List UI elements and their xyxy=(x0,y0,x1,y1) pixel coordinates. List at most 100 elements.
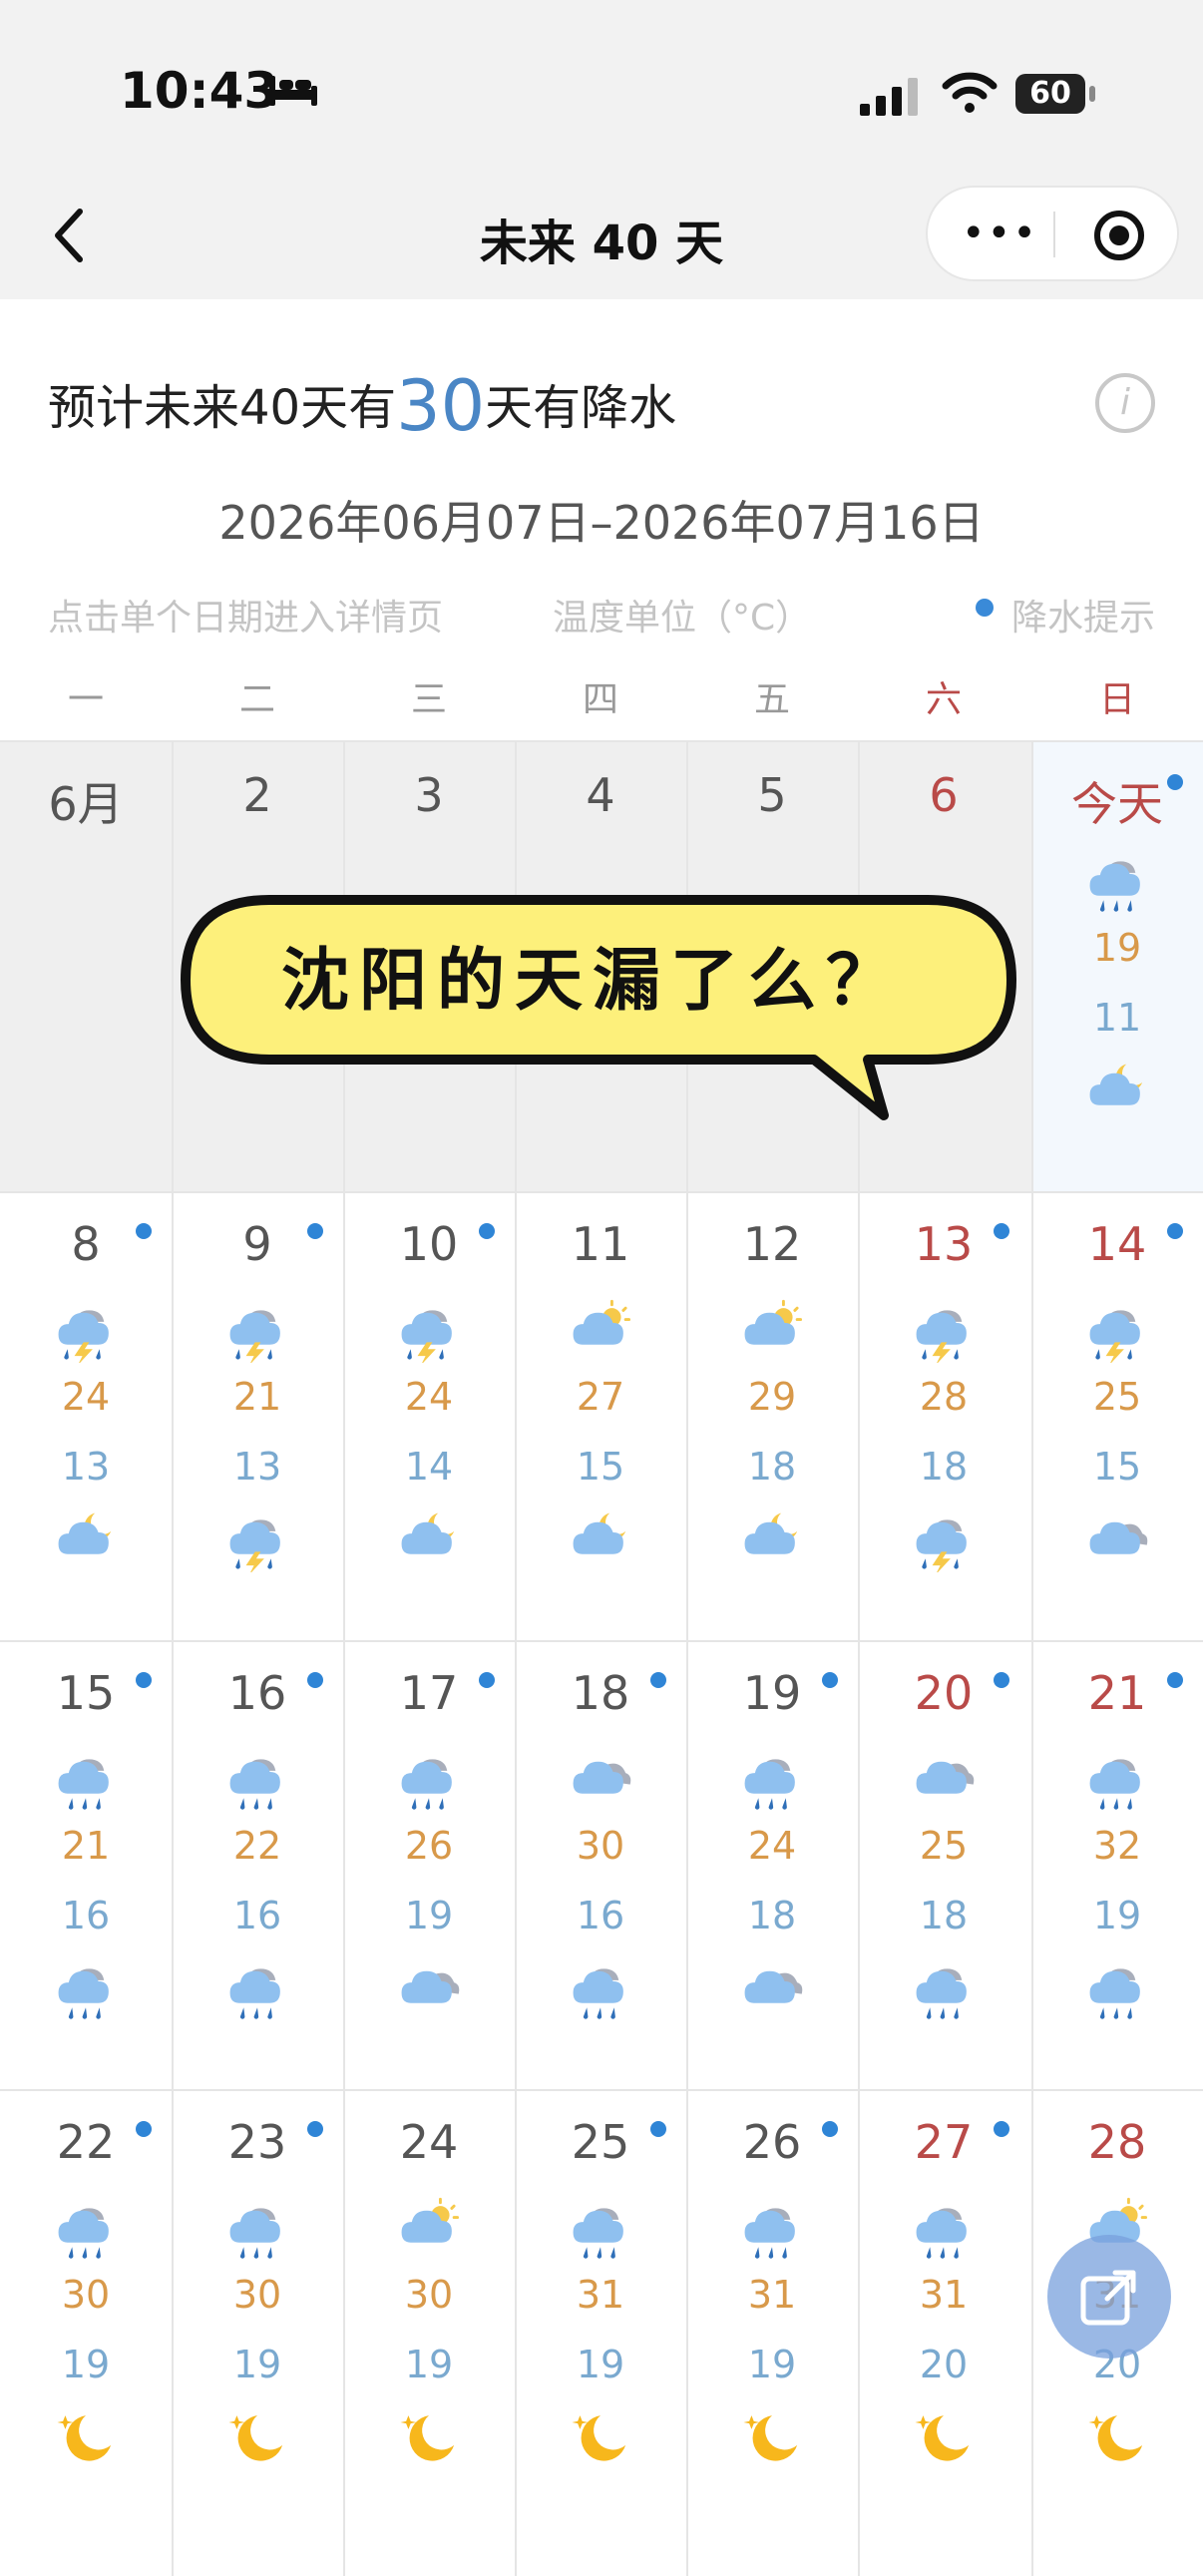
high-temp: 30 xyxy=(61,2273,111,2317)
thunder-icon xyxy=(904,1508,984,1576)
moon-cloud-icon xyxy=(732,1508,812,1576)
low-temp: 14 xyxy=(404,1445,454,1489)
rain-icon xyxy=(217,2197,297,2265)
day-cell[interactable]: 9 21 13 xyxy=(172,1191,343,1640)
low-temp: 18 xyxy=(747,1894,797,1937)
low-temp: 18 xyxy=(919,1445,969,1489)
cellular-signal-icon xyxy=(860,78,918,116)
day-cell[interactable]: 15 21 16 xyxy=(0,1640,172,2089)
day-cell[interactable]: 14 25 15 xyxy=(1031,1191,1203,1640)
rain-icon xyxy=(389,1748,469,1816)
thunder-icon xyxy=(46,1299,126,1367)
weekday-sun: 日 xyxy=(1098,679,1135,720)
rain-dot-icon xyxy=(307,1672,323,1688)
high-temp: 27 xyxy=(576,1375,625,1419)
rain-icon xyxy=(732,2197,812,2265)
high-temp: 30 xyxy=(404,2273,454,2317)
status-time: 10:43 xyxy=(120,62,279,120)
day-cell[interactable]: 24 30 19 xyxy=(343,2089,515,2538)
rain-dot-icon xyxy=(994,1672,1009,1688)
date-range: 2026年06月07日–2026年07月16日 xyxy=(218,496,985,550)
low-temp: 13 xyxy=(61,1445,111,1489)
capsule-divider xyxy=(1053,212,1055,257)
cloudy-icon xyxy=(904,1748,984,1816)
grid-divider xyxy=(0,1191,1203,1193)
grid-divider xyxy=(0,740,1203,742)
mini-program-capsule: ••• xyxy=(926,186,1179,281)
low-temp: 15 xyxy=(576,1445,625,1489)
share-external-icon xyxy=(1080,2270,1136,2326)
day-cell[interactable]: 19 24 18 xyxy=(686,1640,858,2089)
rain-icon xyxy=(1077,1748,1157,1816)
low-temp: 19 xyxy=(232,2343,282,2386)
high-temp: 24 xyxy=(404,1375,454,1419)
day-cell[interactable]: 25 31 19 xyxy=(515,2089,686,2538)
high-temp: 31 xyxy=(919,2273,969,2317)
day-cell[interactable]: 12 29 18 xyxy=(686,1191,858,1640)
day-cell[interactable]: 21 32 19 xyxy=(1031,1640,1203,2089)
sticker-text: 沈阳的天漏了么？ xyxy=(281,942,904,1021)
rain-icon xyxy=(1077,850,1157,918)
moon-icon xyxy=(1077,2406,1157,2474)
rain-icon xyxy=(46,1748,126,1816)
day-cell[interactable]: 今天 19 11 xyxy=(1031,742,1203,1191)
battery-cap xyxy=(1089,86,1095,102)
rain-icon xyxy=(904,1957,984,2025)
thunder-icon xyxy=(1077,1299,1157,1367)
day-cell[interactable]: 6月 xyxy=(0,742,172,1191)
rain-icon xyxy=(1077,1957,1157,2025)
day-cell[interactable]: 17 26 19 xyxy=(343,1640,515,2089)
day-cell[interactable]: 20 25 18 xyxy=(858,1640,1029,2089)
day-cell[interactable]: 13 28 18 xyxy=(858,1191,1029,1640)
rain-dot-icon xyxy=(994,2121,1009,2137)
rain-day-count: 30 xyxy=(396,365,486,447)
low-temp: 19 xyxy=(747,2343,797,2386)
low-temp: 16 xyxy=(232,1894,282,1937)
high-temp: 26 xyxy=(404,1824,454,1868)
high-temp: 32 xyxy=(1092,1824,1142,1868)
grid-divider xyxy=(172,742,174,2576)
day-cell[interactable]: 10 24 14 xyxy=(343,1191,515,1640)
rain-dot-icon xyxy=(822,2121,838,2137)
high-temp: 31 xyxy=(747,2273,797,2317)
thunder-icon xyxy=(904,1299,984,1367)
share-fab[interactable] xyxy=(1047,2235,1171,2359)
day-cell[interactable]: 11 27 15 xyxy=(515,1191,686,1640)
thunder-icon xyxy=(217,1508,297,1576)
sun-cloud-icon xyxy=(389,2197,469,2265)
low-temp: 16 xyxy=(576,1894,625,1937)
weekday-thu: 四 xyxy=(582,679,618,720)
high-temp: 30 xyxy=(576,1824,625,1868)
rain-dot-icon xyxy=(136,1672,152,1688)
rain-dot-icon xyxy=(307,2121,323,2137)
day-number: 11 xyxy=(571,1217,630,1271)
day-number: 6月 xyxy=(48,777,124,831)
day-cell[interactable]: 23 30 19 xyxy=(172,2089,343,2538)
rain-dot-icon xyxy=(650,2121,666,2137)
day-cell[interactable]: 26 31 19 xyxy=(686,2089,858,2538)
sun-cloud-icon xyxy=(732,1299,812,1367)
day-cell[interactable]: 16 22 16 xyxy=(172,1640,343,2089)
more-button[interactable]: ••• xyxy=(962,214,1038,253)
moon-icon xyxy=(904,2406,984,2474)
day-number: 2 xyxy=(242,768,272,822)
rain-dot-icon xyxy=(479,1223,495,1239)
close-target-icon[interactable] xyxy=(1091,208,1147,263)
rain-dot-icon xyxy=(307,1223,323,1239)
weekday-fri: 五 xyxy=(753,679,790,720)
info-icon[interactable]: i xyxy=(1095,373,1155,433)
weekday-sat: 六 xyxy=(925,679,962,720)
rain-dot-icon xyxy=(650,1672,666,1688)
day-cell[interactable]: 8 24 13 xyxy=(0,1191,172,1640)
high-temp: 31 xyxy=(576,2273,625,2317)
day-cell[interactable]: 18 30 16 xyxy=(515,1640,686,2089)
high-temp: 28 xyxy=(919,1375,969,1419)
sleep-mode-icon xyxy=(269,76,317,106)
low-temp: 19 xyxy=(404,2343,454,2386)
day-cell[interactable]: 27 31 20 xyxy=(858,2089,1029,2538)
cloudy-icon xyxy=(732,1957,812,2025)
day-number: 6 xyxy=(929,768,959,822)
high-temp: 25 xyxy=(1092,1375,1142,1419)
day-cell[interactable]: 22 30 19 xyxy=(0,2089,172,2538)
low-temp: 11 xyxy=(1092,996,1142,1040)
